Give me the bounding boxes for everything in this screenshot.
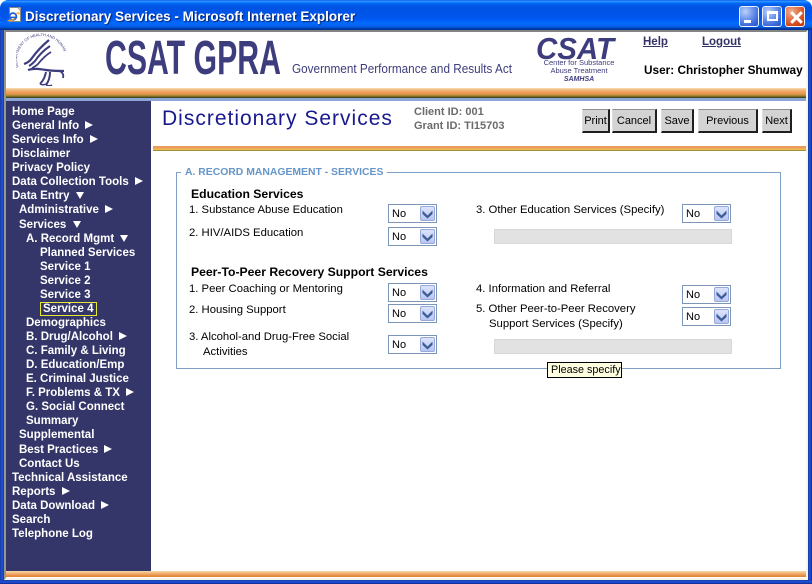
svg-text:Government Performance and Res: Government Performance and Results Act <box>292 61 512 76</box>
svg-text:Abuse Treatment: Abuse Treatment <box>550 66 608 75</box>
svg-text:CSAT GPRA: CSAT GPRA <box>105 37 281 77</box>
svg-text:SAMHSA: SAMHSA <box>564 76 594 83</box>
